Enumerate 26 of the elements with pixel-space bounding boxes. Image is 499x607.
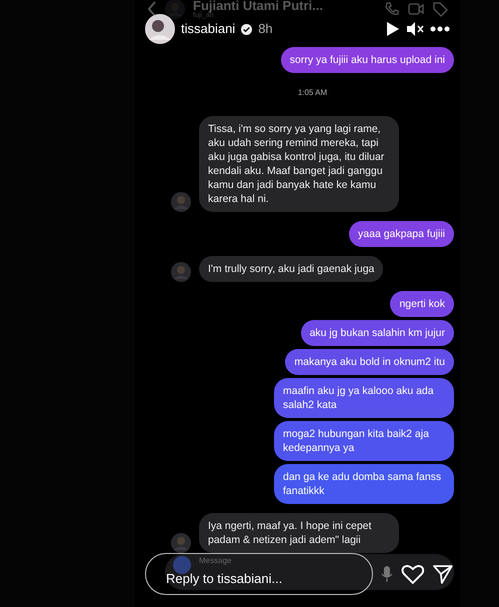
sent-message: dan ga ke adu domba sama fanss fanatikkk [274,464,454,504]
sent-message: maafin aku jg ya kalooo aku ada salah2 kata [274,378,454,418]
more-icon[interactable] [430,26,450,32]
sent-message: makanya aku bold in oknum2 itu [285,349,454,375]
contact-avatar [165,0,185,19]
mute-icon[interactable] [406,21,424,37]
sent-message: sorry ya fujiii aku harus upload ini [280,47,454,73]
play-icon[interactable] [386,21,400,37]
message-placeholder: Message [199,556,232,565]
story-time: 8h [258,20,273,38]
contact-name: Fujianti Utami Putri... [193,0,324,12]
microphone-icon[interactable] [380,565,393,583]
received-message: I'm trully sorry, aku jadi gaenak juga [199,256,384,282]
heart-icon[interactable] [400,563,424,585]
sent-message: ngerti kok [390,291,454,317]
tag-icon[interactable] [432,1,448,17]
message-time: 1:05 AM [298,87,328,99]
story-avatar[interactable] [145,14,175,44]
send-icon[interactable] [432,563,454,585]
sent-message: moga2 hubungan kita baik2 aja kedepannya ya [274,421,454,461]
sent-message: yaaa gakpapa fujiii [349,221,454,247]
received-message: Iya ngerti, maaf ya. I hope ini cepet padam & netizen jadi adem" lagii [199,513,399,553]
story-username[interactable]: tissabiani [181,19,236,39]
sent-message: aku jg bukan salahin km jujur [300,320,454,346]
received-message: Tissa, i'm so sorry ya yang lagi rame, aku udah sering remind mereka, tapi aku juga gabisa kontrol juga, itu diluar kendali aku. Maaf banget jadi ganggu kamu dan jadi banyak hate ke kamu karera hal ni. [199,116,399,212]
back-icon[interactable] [147,1,157,17]
